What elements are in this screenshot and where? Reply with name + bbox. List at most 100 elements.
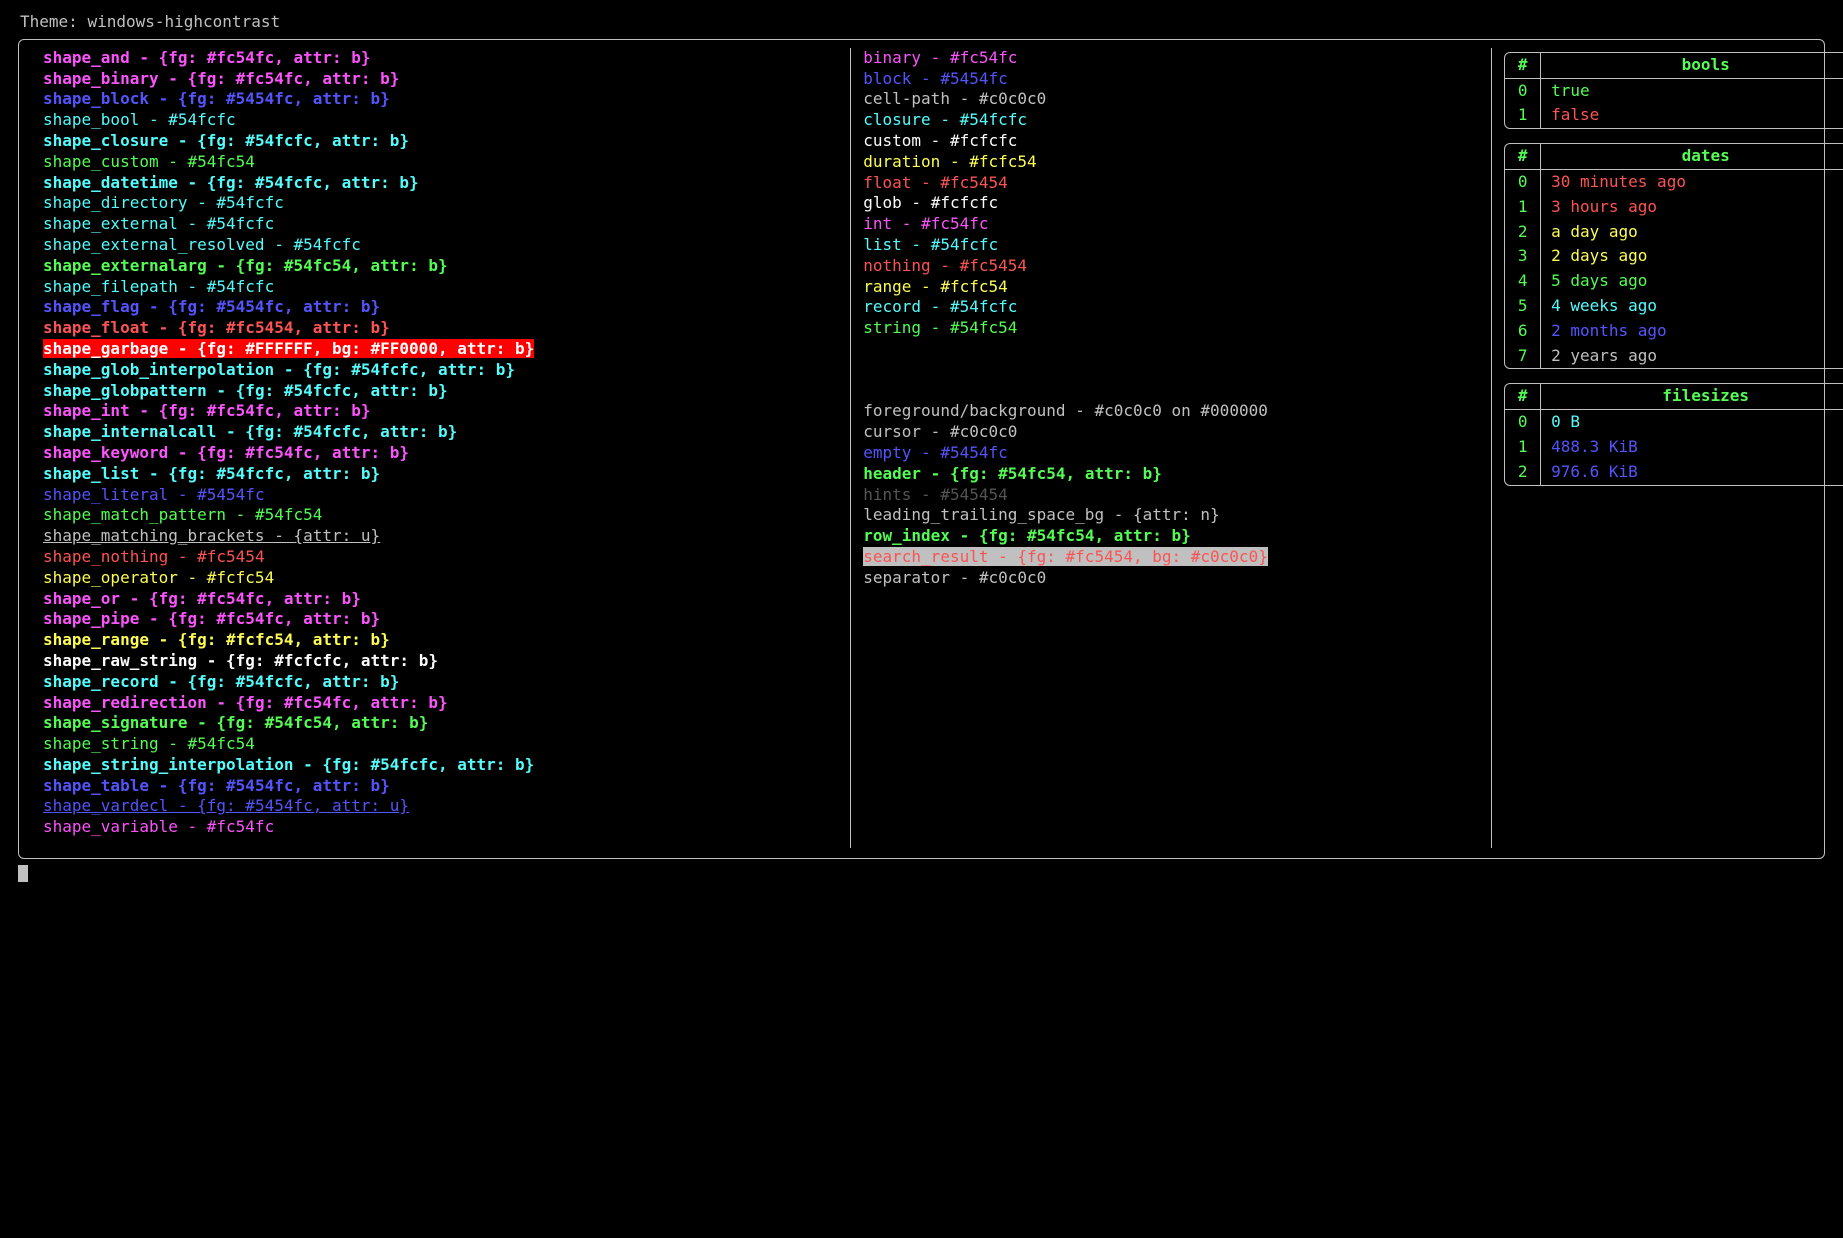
shape-entry: shape_range - {fg: #fcfc54, attr: b}	[43, 630, 390, 649]
table-row: 54 weeks ago	[1505, 294, 1843, 319]
shape-row: shape_and - {fg: #fc54fc, attr: b}	[43, 48, 838, 69]
shape-entry: shape_list - {fg: #54fcfc, attr: b}	[43, 464, 380, 483]
row-value: 2 years ago	[1541, 344, 1843, 369]
misc-row: cursor - #c0c0c0	[863, 422, 1479, 443]
row-value: 976.6 KiB	[1541, 460, 1843, 485]
type-entry: closure - #54fcfc	[863, 110, 1027, 129]
preview-frame: shape_and - {fg: #fc54fc, attr: b} shape_…	[18, 39, 1825, 859]
row-value: 4 weeks ago	[1541, 294, 1843, 319]
shape-row: shape_externalarg - {fg: #54fc54, attr: …	[43, 256, 838, 277]
table-row: 030 minutes ago	[1505, 169, 1843, 194]
shape-entry: shape_closure - {fg: #54fcfc, attr: b}	[43, 131, 409, 150]
shape-row: shape_operator - #fcfc54	[43, 568, 838, 589]
shape-row: shape_matching_brackets - {attr: u}	[43, 526, 838, 547]
shape-entry: shape_custom - #54fc54	[43, 152, 255, 171]
type-entry: glob - #fcfcfc	[863, 193, 998, 212]
shape-entry: shape_raw_string - {fg: #fcfcfc, attr: b…	[43, 651, 438, 670]
table-row: 32 days ago	[1505, 244, 1843, 269]
shape-row: shape_block - {fg: #5454fc, attr: b}	[43, 89, 838, 110]
misc-row: leading_trailing_space_bg - {attr: n}	[863, 505, 1479, 526]
shape-entry: shape_matching_brackets - {attr: u}	[43, 526, 380, 545]
type-row: duration - #fcfc54	[863, 152, 1479, 173]
shape-row: shape_custom - #54fc54	[43, 152, 838, 173]
shape-entry: shape_int - {fg: #fc54fc, attr: b}	[43, 401, 371, 420]
shape-entry: shape_match_pattern - #54fc54	[43, 505, 322, 524]
shape-row: shape_int - {fg: #fc54fc, attr: b}	[43, 401, 838, 422]
shape-row: shape_redirection - {fg: #fc54fc, attr: …	[43, 693, 838, 714]
type-row: binary - #fc54fc	[863, 48, 1479, 69]
shape-row: shape_external - #54fcfc	[43, 214, 838, 235]
col-header: bools	[1541, 53, 1843, 78]
filesizes-table: #filesizes00 B1488.3 KiB2976.6 KiB	[1504, 383, 1843, 485]
col-index: #	[1505, 53, 1540, 78]
misc-row: header - {fg: #54fc54, attr: b}	[863, 464, 1479, 485]
shape-entry: shape_block - {fg: #5454fc, attr: b}	[43, 89, 390, 108]
type-row: list - #54fcfc	[863, 235, 1479, 256]
row-value: a day ago	[1541, 220, 1843, 245]
type-entry: float - #fc5454	[863, 173, 1008, 192]
shape-row: shape_flag - {fg: #5454fc, attr: b}	[43, 297, 838, 318]
type-entry: int - #fc54fc	[863, 214, 988, 233]
shape-row: shape_raw_string - {fg: #fcfcfc, attr: b…	[43, 651, 838, 672]
misc-entry: empty - #5454fc	[863, 443, 1008, 462]
misc-entry: separator - #c0c0c0	[863, 568, 1046, 587]
shape-row: shape_variable - #fc54fc	[43, 817, 838, 838]
types-list: binary - #fc54fcblock - #5454fccell-path…	[863, 48, 1479, 339]
dates-table: #dates030 minutes ago13 hours ago2a day …	[1504, 143, 1843, 369]
shape-entry: shape_float - {fg: #fc5454, attr: b}	[43, 318, 390, 337]
shape-row: shape_table - {fg: #5454fc, attr: b}	[43, 776, 838, 797]
shape-entry: shape_glob_interpolation - {fg: #54fcfc,…	[43, 360, 515, 379]
type-row: custom - #fcfcfc	[863, 131, 1479, 152]
shape-row: shape_nothing - #fc5454	[43, 547, 838, 568]
shape-entry: shape_record - {fg: #54fcfc, attr: b}	[43, 672, 399, 691]
shape-entry: shape_filepath - #54fcfc	[43, 277, 274, 296]
shapes-column: shape_and - {fg: #fc54fc, attr: b} shape_…	[31, 48, 850, 848]
row-index: 3	[1505, 244, 1540, 269]
shape-entry: shape_pipe - {fg: #fc54fc, attr: b}	[43, 609, 380, 628]
misc-row: empty - #5454fc	[863, 443, 1479, 464]
misc-row: separator - #c0c0c0	[863, 568, 1479, 589]
shape-row: shape_string - #54fc54	[43, 734, 838, 755]
type-row: cell-path - #c0c0c0	[863, 89, 1479, 110]
shape-row: shape_literal - #5454fc	[43, 485, 838, 506]
type-entry: string - #54fc54	[863, 318, 1017, 337]
shape-row: shape_match_pattern - #54fc54	[43, 505, 838, 526]
misc-row: hints - #545454	[863, 485, 1479, 506]
row-value: true	[1541, 78, 1843, 103]
shape-row: shape_list - {fg: #54fcfc, attr: b}	[43, 464, 838, 485]
shape-row: shape_filepath - #54fcfc	[43, 277, 838, 298]
row-index: 6	[1505, 319, 1540, 344]
shape-entry: shape_garbage - {fg: #FFFFFF, bg: #FF000…	[43, 339, 534, 358]
row-index: 0	[1505, 169, 1540, 194]
shape-entry: shape_signature - {fg: #54fc54, attr: b}	[43, 713, 428, 732]
row-value: 30 minutes ago	[1541, 169, 1843, 194]
shape-entry: shape_table - {fg: #5454fc, attr: b}	[43, 776, 390, 795]
type-entry: cell-path - #c0c0c0	[863, 89, 1046, 108]
misc-entry: hints - #545454	[863, 485, 1008, 504]
table-row: 45 days ago	[1505, 269, 1843, 294]
row-index: 0	[1505, 410, 1540, 435]
type-entry: nothing - #fc5454	[863, 256, 1027, 275]
table-row: 1488.3 KiB	[1505, 435, 1843, 460]
type-entry: list - #54fcfc	[863, 235, 998, 254]
type-entry: binary - #fc54fc	[863, 48, 1017, 67]
misc-entry: cursor - #c0c0c0	[863, 422, 1017, 441]
row-index: 1	[1505, 103, 1540, 128]
shape-entry: shape_bool - #54fcfc	[43, 110, 236, 129]
shape-row: shape_string_interpolation - {fg: #54fcf…	[43, 755, 838, 776]
tables-column: #bools0true1false#dates030 minutes ago13…	[1491, 48, 1843, 848]
row-value: 2 days ago	[1541, 244, 1843, 269]
type-row: glob - #fcfcfc	[863, 193, 1479, 214]
type-row: float - #fc5454	[863, 173, 1479, 194]
misc-entry: leading_trailing_space_bg - {attr: n}	[863, 505, 1219, 524]
shape-entry: shape_literal - #5454fc	[43, 485, 265, 504]
type-entry: record - #54fcfc	[863, 297, 1017, 316]
table-row: 62 months ago	[1505, 319, 1843, 344]
shape-row: shape_internalcall - {fg: #54fcfc, attr:…	[43, 422, 838, 443]
type-row: closure - #54fcfc	[863, 110, 1479, 131]
terminal-cursor	[18, 865, 28, 883]
shape-entry: shape_string_interpolation - {fg: #54fcf…	[43, 755, 534, 774]
row-index: 2	[1505, 220, 1540, 245]
misc-entry: search_result - {fg: #fc5454, bg: #c0c0c…	[863, 547, 1268, 566]
shape-row: shape_vardecl - {fg: #5454fc, attr: u}	[43, 796, 838, 817]
